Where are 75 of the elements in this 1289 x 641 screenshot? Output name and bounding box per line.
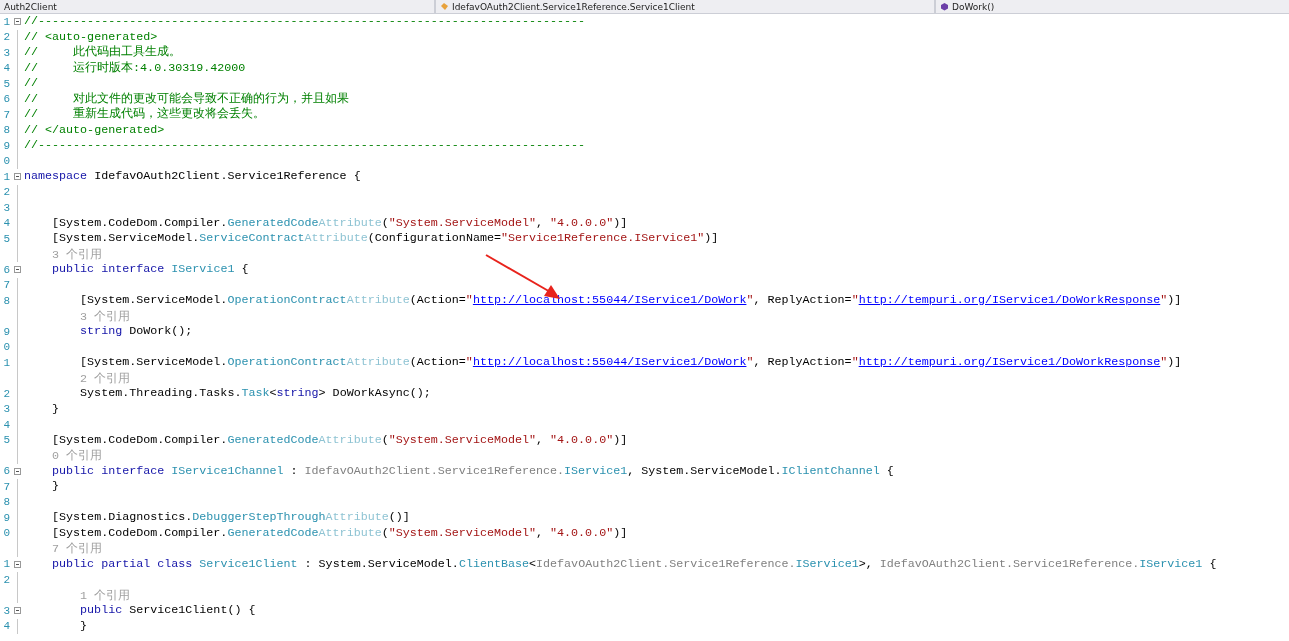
code-line: string DoWork(); xyxy=(80,324,193,340)
navigation-dropdown[interactable]: IdefavOAuth2Client.Service1Reference.Service1Client xyxy=(436,0,936,13)
code-line: [System.CodeDom.Compiler.GeneratedCodeAttribute("System.ServiceModel", "4.0.0.0")] xyxy=(52,432,628,448)
code-line: [System.CodeDom.Compiler.GeneratedCodeAttribute("System.ServiceModel", "4.0.0.0")] xyxy=(52,215,628,231)
line-number: 1 xyxy=(2,170,10,183)
line-number: 4 xyxy=(2,418,10,431)
code-link[interactable]: http://localhost:55044/IService1/DoWork xyxy=(472,293,747,307)
line-number: 2 xyxy=(2,573,10,586)
line-number: 3 xyxy=(2,46,10,59)
code-line: } xyxy=(80,618,88,634)
collapse-icon[interactable] xyxy=(13,18,21,26)
line-number: 8 xyxy=(2,294,10,307)
line-number: 6 xyxy=(2,263,10,276)
line-number: 0 xyxy=(2,527,10,540)
collapse-icon[interactable] xyxy=(13,467,21,475)
code-link[interactable]: http://tempuri.org/IService1/DoWorkResponse xyxy=(858,355,1161,369)
collapse-icon[interactable] xyxy=(13,266,21,274)
code-line: } xyxy=(52,479,60,495)
line-number: 5 xyxy=(2,232,10,245)
class-icon xyxy=(440,2,449,11)
code-line: // 重新生成代码，这些更改将会丢失。 xyxy=(24,107,266,123)
code-line: [System.ServiceModel.OperationContractAttribute(Action="http://localhost:55044/IService1/DoWork", ReplyAction="http://tempuri.org/IService1/DoWorkResponse")] xyxy=(80,293,1182,309)
line-number: 6 xyxy=(2,93,10,106)
line-number: 7 xyxy=(2,279,10,292)
code-line: //------------------------------------------------------------------------------ xyxy=(24,138,586,154)
line-number: 1 xyxy=(2,558,10,571)
code-line: // 对此文件的更改可能会导致不正确的行为，并且如果 xyxy=(24,91,350,107)
line-number: 6 xyxy=(2,465,10,478)
code-line: // </auto-generated> xyxy=(24,122,165,138)
line-number: 9 xyxy=(2,325,10,338)
line-number: 5 xyxy=(2,434,10,447)
line-number: 2 xyxy=(2,31,10,44)
code-line: System.Threading.Tasks.Task<string> DoWorkAsync(); xyxy=(80,386,431,402)
line-number: 7 xyxy=(2,480,10,493)
code-line: // 此代码由工具生成。 xyxy=(24,45,182,61)
code-line: // <auto-generated> xyxy=(24,29,158,45)
navigation-dropdown[interactable]: Auth2Client xyxy=(0,0,436,13)
code-line: } xyxy=(52,401,60,417)
line-number: 0 xyxy=(2,155,10,168)
code-link[interactable]: http://tempuri.org/IService1/DoWorkResponse xyxy=(858,293,1161,307)
line-number: 4 xyxy=(2,62,10,75)
code-line: public Service1Client() { xyxy=(80,603,256,619)
collapse-icon[interactable] xyxy=(13,173,21,181)
code-line: public interface IService1Channel : IdefavOAuth2Client.Service1Reference.IService1, System.ServiceModel.IClientChannel { xyxy=(52,463,894,479)
line-number: 1 xyxy=(2,15,10,28)
line-number: 7 xyxy=(2,108,10,121)
code-line: // xyxy=(24,76,39,92)
code-line: public partial class Service1Client : System.ServiceModel.ClientBase<IdefavOAuth2Client.Service1Reference.IService1>, IdefavOAuth2Client.Service1Reference.IService1 { xyxy=(52,556,1217,572)
code-line: [System.Diagnostics.DebuggerStepThroughAttribute()] xyxy=(52,510,410,526)
line-number: 3 xyxy=(2,201,10,214)
code-line: namespace IdefavOAuth2Client.Service1Reference { xyxy=(24,169,361,185)
collapse-icon[interactable] xyxy=(13,607,21,615)
line-number: 0 xyxy=(2,341,10,354)
line-number: 2 xyxy=(2,387,10,400)
collapse-icon[interactable] xyxy=(13,560,21,568)
line-number: 9 xyxy=(2,511,10,524)
line-number: 3 xyxy=(2,604,10,617)
navigation-dropdown[interactable]: DoWork() xyxy=(936,0,1289,13)
line-number: 9 xyxy=(2,139,10,152)
code-line: [System.ServiceModel.ServiceContractAttribute(ConfigurationName="Service1Reference.IService1")] xyxy=(52,231,719,247)
line-number: 4 xyxy=(2,217,10,230)
method-icon xyxy=(940,2,949,11)
line-number: 3 xyxy=(2,403,10,416)
code-line: public interface IService1 { xyxy=(52,262,249,278)
line-number: 1 xyxy=(2,356,10,369)
code-line: [System.CodeDom.Compiler.GeneratedCodeAttribute("System.ServiceModel", "4.0.0.0")] xyxy=(52,525,628,541)
code-link[interactable]: http://localhost:55044/IService1/DoWork xyxy=(472,355,747,369)
line-number: 4 xyxy=(2,620,10,633)
line-number: 2 xyxy=(2,186,10,199)
line-number: 5 xyxy=(2,77,10,90)
line-number: 8 xyxy=(2,496,10,509)
code-line: // 运行时版本:4.0.30319.42000 xyxy=(24,60,246,76)
line-number: 8 xyxy=(2,124,10,137)
code-line: //------------------------------------------------------------------------------ xyxy=(24,14,586,30)
code-line: [System.ServiceModel.OperationContractAttribute(Action="http://localhost:55044/IService1/DoWork", ReplyAction="http://tempuri.org/IService1/DoWorkResponse")] xyxy=(80,355,1182,371)
